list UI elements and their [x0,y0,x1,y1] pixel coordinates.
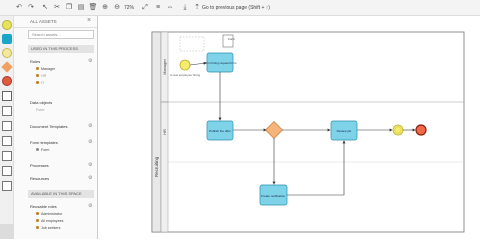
assets-panel: ALL ASSETS × Search assets... USED IN TH… [14,16,98,239]
pool-tool-icon[interactable] [2,106,12,116]
available-in-space-header[interactable]: AVAILABLE IN THIS SPACE [28,190,94,198]
pool-header[interactable] [151,31,162,233]
document-tool-icon[interactable] [2,136,12,146]
document-templates-settings-icon[interactable]: ⚙ [88,123,92,129]
reusable-role-label: Administrator [41,212,63,216]
pool-label: Recruiting [154,156,159,177]
data-object-item[interactable]: Form [36,108,44,112]
task-label: Publish the offer [209,129,231,133]
resources-settings-icon[interactable]: ⚙ [88,175,92,181]
start-event-label: A new employee hiring [170,73,201,77]
resources-group[interactable]: Resources [30,176,49,181]
app: ↶ ↷ ↖ ✂ ❐ ▤ 🗑 ⊕ ⊖ 72% ⤢ ≡ ⇔ ⤓ ⇡ Go to pr… [0,0,480,239]
bpmn-diagram: Recruiting Manager HR Form A new employe… [151,31,465,233]
data-objects-group[interactable]: Data objects [30,100,52,105]
annotation-tool-icon[interactable] [2,151,12,161]
toolbar: ↶ ↷ ↖ ✂ ❐ ▤ 🗑 ⊕ ⊖ 72% ⤢ ≡ ⇔ ⤓ ⇡ Go to pr… [0,0,480,16]
task-label: Create notification [261,194,286,198]
end-event-tool-icon[interactable] [2,76,12,86]
export-icon[interactable]: ⤓ [180,3,190,13]
search-input[interactable]: Search assets... [28,30,94,39]
reusable-role-item[interactable]: Administrator [36,212,62,216]
annotation-label: Form [228,37,236,41]
document-templates-group[interactable]: Document Templates [30,124,68,129]
data-object-tool-icon[interactable] [2,91,12,101]
panel-header: ALL ASSETS × [14,16,97,28]
lane-header-hr[interactable] [160,101,169,233]
close-icon[interactable]: × [87,17,91,24]
task-label: Review job [337,129,352,133]
role-icon [36,219,39,222]
start-event-tool-icon[interactable] [2,20,12,30]
cut-icon[interactable]: ✂ [52,3,62,13]
reusable-roles-group[interactable]: Reusable roles [30,204,57,209]
reusable-role-label: All employees [41,219,64,223]
group-tool-icon[interactable] [2,166,12,176]
processes-group[interactable]: Processes [30,163,49,168]
redo-icon[interactable]: ↷ [26,3,36,13]
assets-toggle-icon[interactable] [0,224,14,239]
form-templates-settings-icon[interactable]: ⚙ [88,139,92,145]
lane-label-manager: Manager [162,58,167,74]
form-icon [36,148,39,151]
task-label: Fill in hiring request form [204,61,237,65]
role-icon [36,212,39,215]
role-item-it[interactable]: IT [36,81,44,85]
fit-icon[interactable]: ⤢ [140,3,150,13]
end-event[interactable] [415,124,427,136]
role-label: HR [41,74,47,78]
text-tool-icon[interactable] [2,181,12,191]
role-icon [36,81,39,84]
reusable-roles-settings-icon[interactable]: ⚙ [88,203,92,209]
distribute-icon[interactable]: ⇔ [165,3,175,13]
role-item-hr[interactable]: HR [36,74,46,78]
role-label: Manager [41,67,56,71]
reusable-role-label: Job seekers [41,226,61,230]
start-event[interactable] [179,59,191,71]
zoom-in-icon[interactable]: ⊕ [100,3,110,13]
panel-title: ALL ASSETS [30,19,57,24]
delete-icon[interactable]: 🗑 [88,3,98,13]
roles-settings-icon[interactable]: ⚙ [88,58,92,64]
align-icon[interactable]: ≡ [153,3,163,13]
paste-icon[interactable]: ▤ [76,3,86,13]
goto-hint: Go to previous page (Shift + ↑) [202,5,270,11]
used-in-process-header[interactable]: USED IN THIS PROCESS [28,45,94,53]
lane-label-hr: HR [162,129,167,135]
previous-page-icon[interactable]: ⇡ [192,3,202,13]
reusable-role-item[interactable]: Job seekers [36,226,60,230]
gateway-tool-icon[interactable] [1,61,13,73]
roles-group[interactable]: Roles [30,59,40,64]
form-label: Form [41,148,50,152]
intermediate-event-tool-icon[interactable] [2,48,12,58]
icon-rail [0,16,14,239]
role-item-manager[interactable]: Manager [36,67,55,71]
data-object-label: Form [36,108,45,112]
copy-icon[interactable]: ❐ [64,3,74,13]
undo-icon[interactable]: ↶ [14,3,24,13]
lane-tool-icon[interactable] [2,121,12,131]
task-tool-icon[interactable] [2,34,12,44]
role-label: IT [41,81,45,85]
intermediate-event[interactable] [392,124,404,136]
reusable-role-item[interactable]: All employees [36,219,63,223]
form-template-item[interactable]: Form [36,148,49,152]
diagram-canvas[interactable]: Recruiting Manager HR Form A new employe… [100,17,480,239]
form-templates-group[interactable]: Form templates [30,140,58,145]
zoom-level[interactable]: 72% [124,4,134,12]
processes-settings-icon[interactable]: ⚙ [88,162,92,168]
role-icon [36,74,39,77]
pointer-icon[interactable]: ↖ [40,3,50,13]
role-icon [36,67,39,70]
role-icon [36,226,39,229]
zoom-out-icon[interactable]: ⊖ [112,3,122,13]
